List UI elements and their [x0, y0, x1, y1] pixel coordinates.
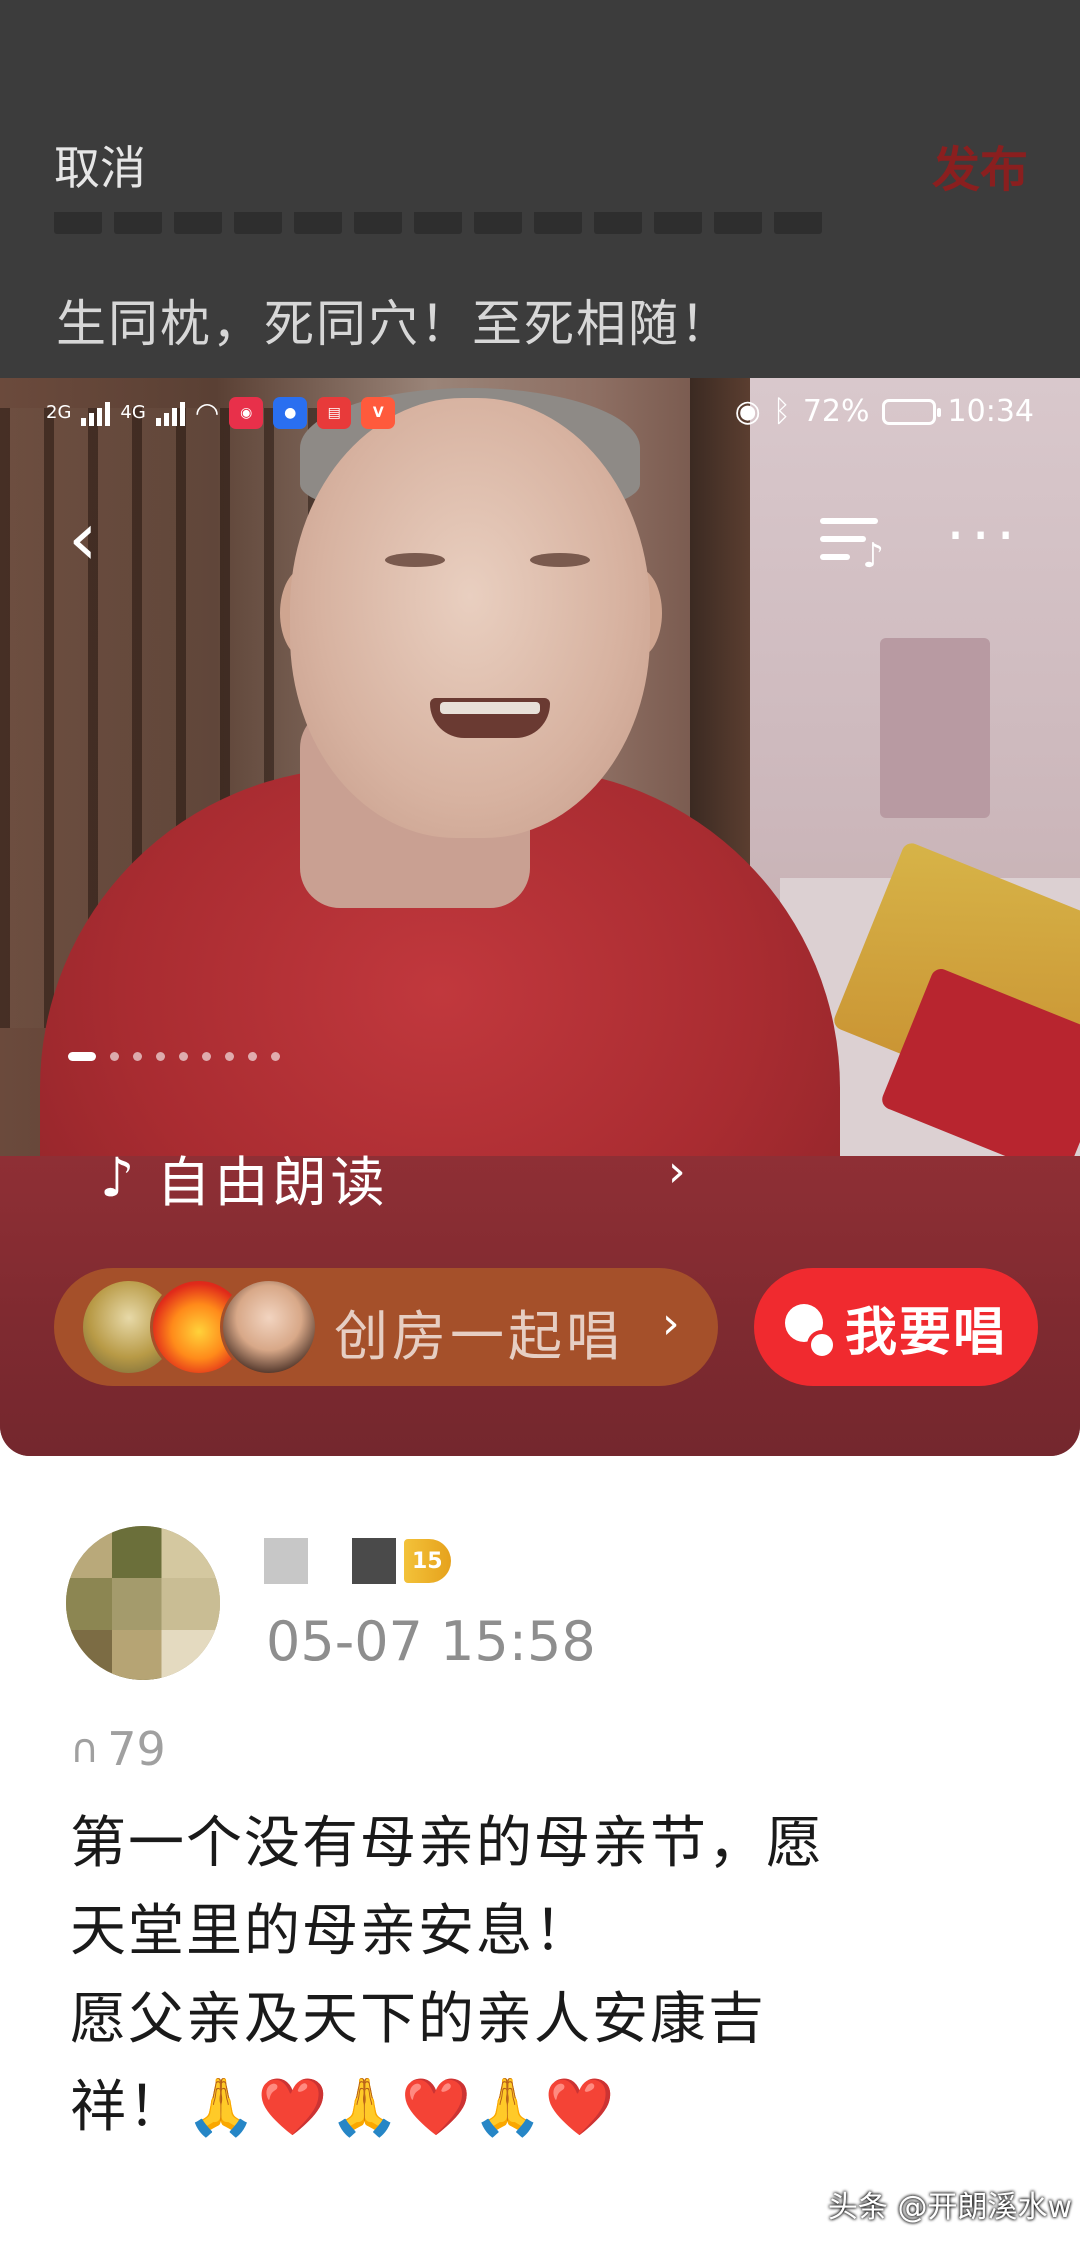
sing-label: 我要唱 — [844, 1302, 1007, 1363]
chevron-right-icon[interactable]: › — [668, 1146, 686, 1197]
wifi-icon: ◠ — [194, 396, 220, 429]
status-bar: 2G 4G ◠ ◉ ● ▤ V ◉ ᛒ 72% 10:34 — [0, 378, 1080, 448]
app-notification-icon: ◉ — [229, 396, 264, 429]
video-app-icon: V — [361, 396, 396, 429]
headphones-icon: ∩ — [70, 1726, 100, 1772]
listen-count-value: 79 — [107, 1722, 166, 1776]
chevron-right-icon: › — [662, 1298, 680, 1349]
publish-button[interactable]: 发布 — [932, 130, 1028, 200]
news-app-icon: ▤ — [317, 396, 352, 429]
author-avatar[interactable] — [66, 1526, 220, 1680]
bluetooth-icon: ᛒ — [772, 394, 791, 429]
watermark: 头条 @开朗溪水w — [827, 2190, 1072, 2225]
free-read-label: 自由朗读 — [156, 1151, 389, 1214]
listen-count: ∩ 79 — [70, 1722, 166, 1776]
quote-text: 生同枕，死同穴！至死相随！ — [56, 295, 732, 353]
network-2g-label: 2G — [46, 402, 72, 423]
embedded-post-card[interactable]: 2G 4G ◠ ◉ ● ▤ V ◉ ᛒ 72% 10:34 ‹ ♪ ··· ♪ … — [0, 378, 1080, 1456]
music-note-icon: ♪ — [100, 1146, 135, 1209]
cover-photo — [0, 378, 1080, 1328]
post-body-line: 愿父亲及天下的亲人安康吉 — [70, 1987, 766, 2052]
post-body: 第一个没有母亲的母亲节，愿 天堂里的母亲安息！ 愿父亲及天下的亲人安康吉 祥！🙏… — [70, 1800, 1010, 2152]
post-body-line: 第一个没有母亲的母亲节，愿 — [70, 1811, 824, 1876]
post-body-line: 天堂里的母亲安息！ — [70, 1899, 592, 1964]
signal-icon — [155, 400, 185, 426]
level-badge: 15 — [404, 1539, 451, 1583]
avatar — [220, 1278, 318, 1376]
more-icon[interactable]: ··· — [946, 506, 1021, 566]
post-timestamp: 05-07 15:58 — [266, 1610, 596, 1673]
network-4g-label: 4G — [120, 402, 146, 423]
battery-percent: 72% — [802, 394, 870, 429]
back-chevron-icon[interactable]: ‹ — [68, 502, 128, 584]
mic-icon — [784, 1304, 837, 1360]
cancel-button[interactable]: 取消 — [54, 132, 146, 198]
eye-icon: ◉ — [734, 394, 761, 429]
app-notification-icon: ● — [273, 396, 308, 429]
free-read-row[interactable]: ♪ 自由朗读 — [100, 1138, 388, 1217]
playlist-icon[interactable]: ♪ — [820, 518, 886, 578]
signal-icon — [81, 400, 111, 426]
clipped-text-line — [54, 212, 894, 234]
editor-header: 取消 发布 生同枕，死同穴！至死相随！ — [0, 0, 1080, 378]
author-name-redacted[interactable]: 15 — [264, 1536, 451, 1586]
sing-button[interactable]: 我要唱 — [754, 1268, 1038, 1386]
participant-avatars — [80, 1278, 320, 1376]
create-room-button[interactable]: 创房一起唱 › — [54, 1268, 718, 1386]
clock: 10:34 — [947, 394, 1034, 429]
slide-indicator — [68, 1052, 280, 1061]
post-body-line: 祥！🙏❤️🙏❤️🙏❤️ — [70, 2075, 617, 2140]
battery-icon — [881, 398, 941, 425]
create-room-label: 创房一起唱 — [334, 1305, 624, 1368]
